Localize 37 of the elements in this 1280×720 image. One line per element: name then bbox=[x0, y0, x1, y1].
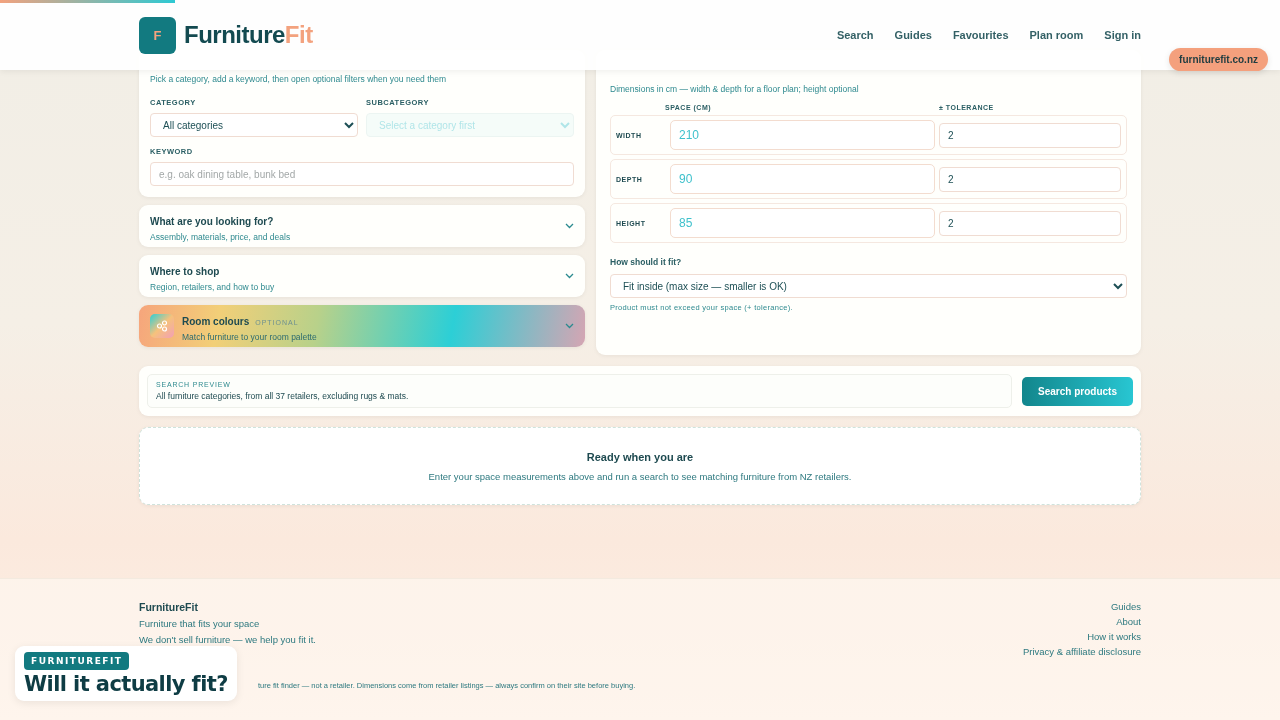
overlay-title: Will it actually fit? bbox=[24, 672, 228, 696]
preview-text: All furniture categories, from all 37 retailers, excluding rugs & mats. bbox=[156, 391, 410, 401]
section-subtitle: Assembly, materials, price, and deals bbox=[150, 231, 292, 242]
footer-brand: FurnitureFit bbox=[139, 601, 199, 613]
footer-link[interactable]: Guides bbox=[1110, 601, 1141, 612]
tolerance-field[interactable]: 2 bbox=[939, 210, 1121, 236]
keyword-field[interactable]: e.g. oak dining table, bunk bed bbox=[150, 162, 574, 186]
section-title: Room colours bbox=[182, 315, 250, 327]
domain-badge: furniturefit.co.nz bbox=[1169, 48, 1268, 71]
brand-logo[interactable]: FurnitureFit bbox=[184, 21, 313, 49]
nav-link[interactable]: Sign in bbox=[1104, 29, 1141, 41]
footer-link[interactable]: How it works bbox=[1087, 631, 1141, 642]
section-title: What are you looking for? bbox=[150, 215, 274, 227]
brand-badge: FURNITUREFIT bbox=[24, 652, 130, 670]
field-label: How should it fit? bbox=[610, 257, 683, 267]
section-title: Where to shop bbox=[150, 265, 220, 277]
category-select[interactable]: All categories bbox=[150, 113, 358, 137]
footer-link[interactable]: Privacy & affiliate disclosure bbox=[1022, 646, 1141, 657]
palette-icon bbox=[150, 314, 174, 338]
filter-section[interactable]: Where to shop Region, retailers, and how to buy bbox=[139, 255, 585, 297]
card-subtitle: Dimensions in cm — width & depth for a floor plan; height optional bbox=[610, 84, 860, 94]
section-subtitle: Region, retailers, and how to buy bbox=[150, 281, 276, 292]
card-subtitle: Pick a category, add a keyword, then open optional filters when you need them bbox=[150, 74, 448, 84]
empty-text: Enter your space measurements above and run a search to see matching furniture from NZ retailers. bbox=[428, 470, 852, 482]
tolerance-field[interactable]: 2 bbox=[939, 122, 1121, 148]
footer-note: We don't sell furniture — we help you fit it. bbox=[139, 634, 316, 645]
empty-title: Ready when you are bbox=[586, 450, 694, 463]
tolerance-field[interactable]: 2 bbox=[939, 166, 1121, 192]
footer-tagline: Furniture that fits your space bbox=[139, 618, 261, 629]
fit-select[interactable]: Fit inside (max size — smaller is OK) bbox=[610, 274, 1127, 298]
nav-link[interactable]: Favourites bbox=[952, 29, 1009, 41]
footer-link[interactable]: About bbox=[1116, 616, 1141, 627]
section-subtitle: Match furniture to your room palette bbox=[182, 331, 318, 342]
nav-link[interactable]: Plan room bbox=[1029, 29, 1084, 41]
filter-section[interactable]: What are you looking for? Assembly, materials, price, and deals bbox=[139, 205, 585, 247]
nav-link[interactable]: Guides bbox=[894, 29, 932, 41]
nav-link[interactable]: Search bbox=[836, 29, 874, 41]
